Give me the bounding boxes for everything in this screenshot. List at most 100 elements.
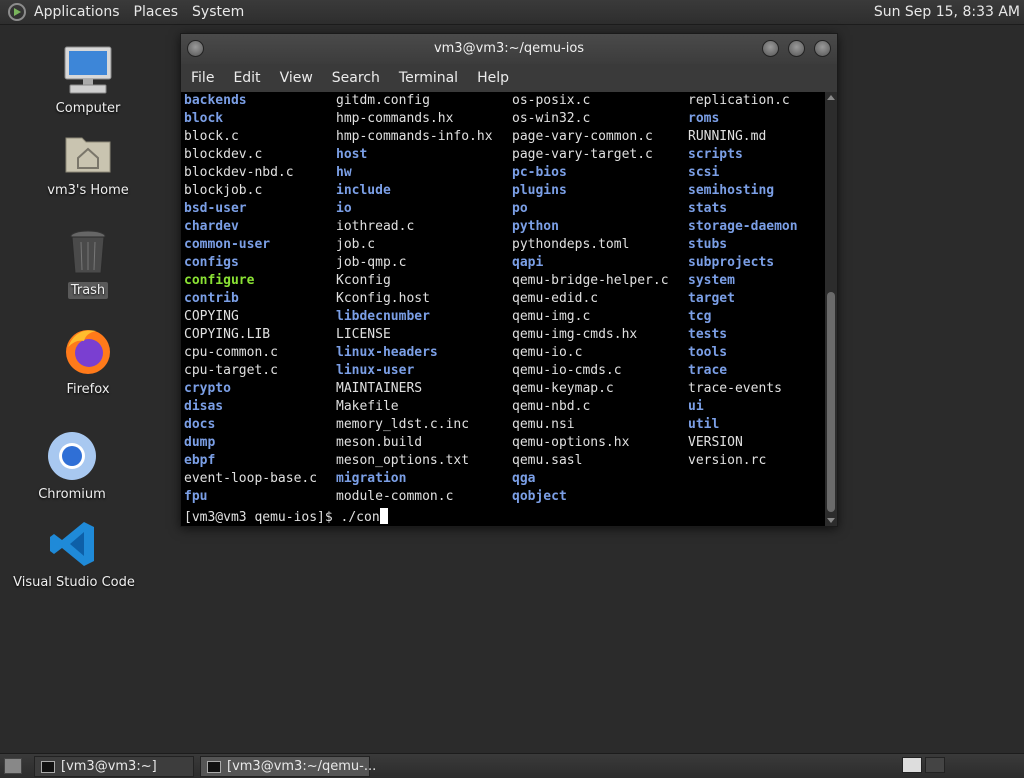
listing-row: COPYING.LIB LICENSE qemu-img-cmds.hx tests — [183, 326, 825, 344]
desktop-icon-label: vm3's Home — [47, 183, 129, 198]
bottom-panel: [vm3@vm3:~] [vm3@vm3:~/qemu-... — [0, 753, 1024, 778]
show-desktop-icon[interactable] — [4, 758, 22, 774]
taskbar-item-terminal-qemu[interactable]: [vm3@vm3:~/qemu-... — [200, 756, 376, 777]
file-entry: qemu.sasl — [512, 453, 583, 468]
directory-entry: ui — [688, 399, 704, 414]
window-menu-button[interactable] — [187, 40, 204, 57]
listing-row: fpu module-common.c qobject — [183, 488, 825, 506]
file-entry: qemu-img-cmds.hx — [512, 327, 638, 342]
file-entry: cpu-common.c — [184, 345, 278, 360]
maximize-button[interactable] — [788, 40, 805, 57]
file-entry: memory_ldst.c.inc — [336, 417, 470, 432]
directory-entry: backends — [184, 93, 247, 108]
file-entry: qemu-keymap.c — [512, 381, 614, 396]
places-menu[interactable]: Places — [134, 4, 179, 20]
menu-terminal[interactable]: Terminal — [399, 70, 458, 86]
desktop-icon-firefox[interactable]: Firefox — [23, 325, 153, 398]
desktop-icon-chromium[interactable]: Chromium — [7, 430, 137, 503]
listing-row: contrib Kconfig.host qemu-edid.c target — [183, 290, 825, 308]
scroll-up-arrow-icon[interactable] — [827, 95, 835, 100]
listing-row: cpu-common.c linux-headers qemu-io.c tools — [183, 344, 825, 362]
directory-entry: python — [512, 219, 559, 234]
file-entry: blockjob.c — [184, 183, 263, 198]
directory-entry: block — [184, 111, 224, 126]
applications-menu[interactable]: Applications — [34, 4, 120, 20]
directory-entry: storage-daemon — [688, 219, 798, 234]
file-entry: qemu-bridge-helper.c — [512, 273, 669, 288]
listing-row: block.c hmp-commands-info.hx page-vary-com… — [183, 128, 825, 146]
file-entry: replication.c — [688, 93, 790, 108]
listing-row: configure Kconfig qemu-bridge-helper.c syst… — [183, 272, 825, 290]
directory-entry: roms — [688, 111, 720, 126]
file-entry: event-loop-base.c — [184, 471, 318, 486]
directory-entry: crypto — [184, 381, 231, 396]
file-entry: os-win32.c — [512, 111, 591, 126]
terminal-titlebar[interactable]: vm3@vm3:~/qemu-ios — [181, 34, 837, 64]
directory-entry: bsd-user — [184, 201, 247, 216]
close-button[interactable] — [814, 40, 831, 57]
directory-entry: qapi — [512, 255, 544, 270]
directory-entry: trace — [688, 363, 728, 378]
directory-entry: util — [688, 417, 720, 432]
directory-entry: configs — [184, 255, 239, 270]
distro-logo-icon[interactable] — [8, 3, 26, 21]
file-entry: job.c — [336, 237, 376, 252]
file-entry: blockdev.c — [184, 147, 263, 162]
listing-row: blockdev.c host page-vary-target.c scripts — [183, 146, 825, 164]
file-entry: module-common.c — [336, 489, 454, 504]
workspace-switcher-2[interactable] — [925, 757, 945, 773]
desktop-icon-label: Visual Studio Code — [13, 575, 135, 590]
command-prompt[interactable]: [vm3@vm3 qemu-ios]$ ./con — [184, 508, 388, 526]
directory-entry: stats — [688, 201, 728, 216]
menu-view[interactable]: View — [280, 70, 313, 86]
directory-entry: system — [688, 273, 735, 288]
directory-entry: migration — [336, 471, 407, 486]
file-entry: job-qmp.c — [336, 255, 407, 270]
chromium-icon — [46, 430, 98, 482]
directory-entry: host — [336, 147, 368, 162]
listing-row: backends gitdm.config os-posix.c replicatio… — [183, 92, 825, 110]
directory-entry: subprojects — [688, 255, 775, 270]
terminal-scrollbar[interactable] — [825, 92, 837, 526]
desktop-icon-trash[interactable]: Trash — [23, 226, 153, 299]
directory-entry: hw — [336, 165, 352, 180]
desktop-icon-computer[interactable]: Computer — [23, 44, 153, 117]
directory-entry: tcg — [688, 309, 712, 324]
menu-edit[interactable]: Edit — [233, 70, 260, 86]
system-menu[interactable]: System — [192, 4, 244, 20]
directory-entry: fpu — [184, 489, 208, 504]
menu-search[interactable]: Search — [332, 70, 380, 86]
file-entry: COPYING — [184, 309, 239, 324]
directory-entry: semihosting — [688, 183, 775, 198]
directory-entry: libdecnumber — [336, 309, 430, 324]
taskbar-item-label: [vm3@vm3:~/qemu-... — [227, 759, 377, 774]
taskbar-item-terminal-home[interactable]: [vm3@vm3:~] — [34, 756, 194, 777]
scroll-down-arrow-icon[interactable] — [827, 518, 835, 523]
file-entry: page-vary-target.c — [512, 147, 653, 162]
menu-file[interactable]: File — [191, 70, 214, 86]
terminal-output[interactable]: backends gitdm.config os-posix.c replicatio… — [181, 92, 825, 526]
file-entry: qemu.nsi — [512, 417, 575, 432]
desktop-icon-label: Firefox — [66, 382, 110, 397]
file-entry: pythondeps.toml — [512, 237, 630, 252]
directory-entry: include — [336, 183, 391, 198]
minimize-button[interactable] — [762, 40, 779, 57]
desktop-icon-home[interactable]: vm3's Home — [23, 126, 153, 199]
terminal-menubar: File Edit View Search Terminal Help — [181, 64, 837, 92]
file-entry: trace-events — [688, 381, 782, 396]
menu-help[interactable]: Help — [477, 70, 509, 86]
file-entry: hmp-commands-info.hx — [336, 129, 493, 144]
file-entry: qemu-edid.c — [512, 291, 599, 306]
firefox-icon — [62, 325, 114, 377]
file-entry: qemu-nbd.c — [512, 399, 591, 414]
desktop-icon-vscode[interactable]: Visual Studio Code — [9, 518, 139, 591]
file-entry: cpu-target.c — [184, 363, 278, 378]
listing-row: block hmp-commands.hx os-win32.c roms — [183, 110, 825, 128]
file-entry: meson.build — [336, 435, 423, 450]
workspace-switcher-1[interactable] — [902, 757, 922, 773]
directory-entry: dump — [184, 435, 216, 450]
file-entry: version.rc — [688, 453, 767, 468]
terminal-window[interactable]: vm3@vm3:~/qemu-ios File Edit View Search… — [180, 33, 838, 527]
clock[interactable]: Sun Sep 15, 8:33 AM — [874, 4, 1020, 20]
scroll-thumb[interactable] — [827, 292, 835, 512]
